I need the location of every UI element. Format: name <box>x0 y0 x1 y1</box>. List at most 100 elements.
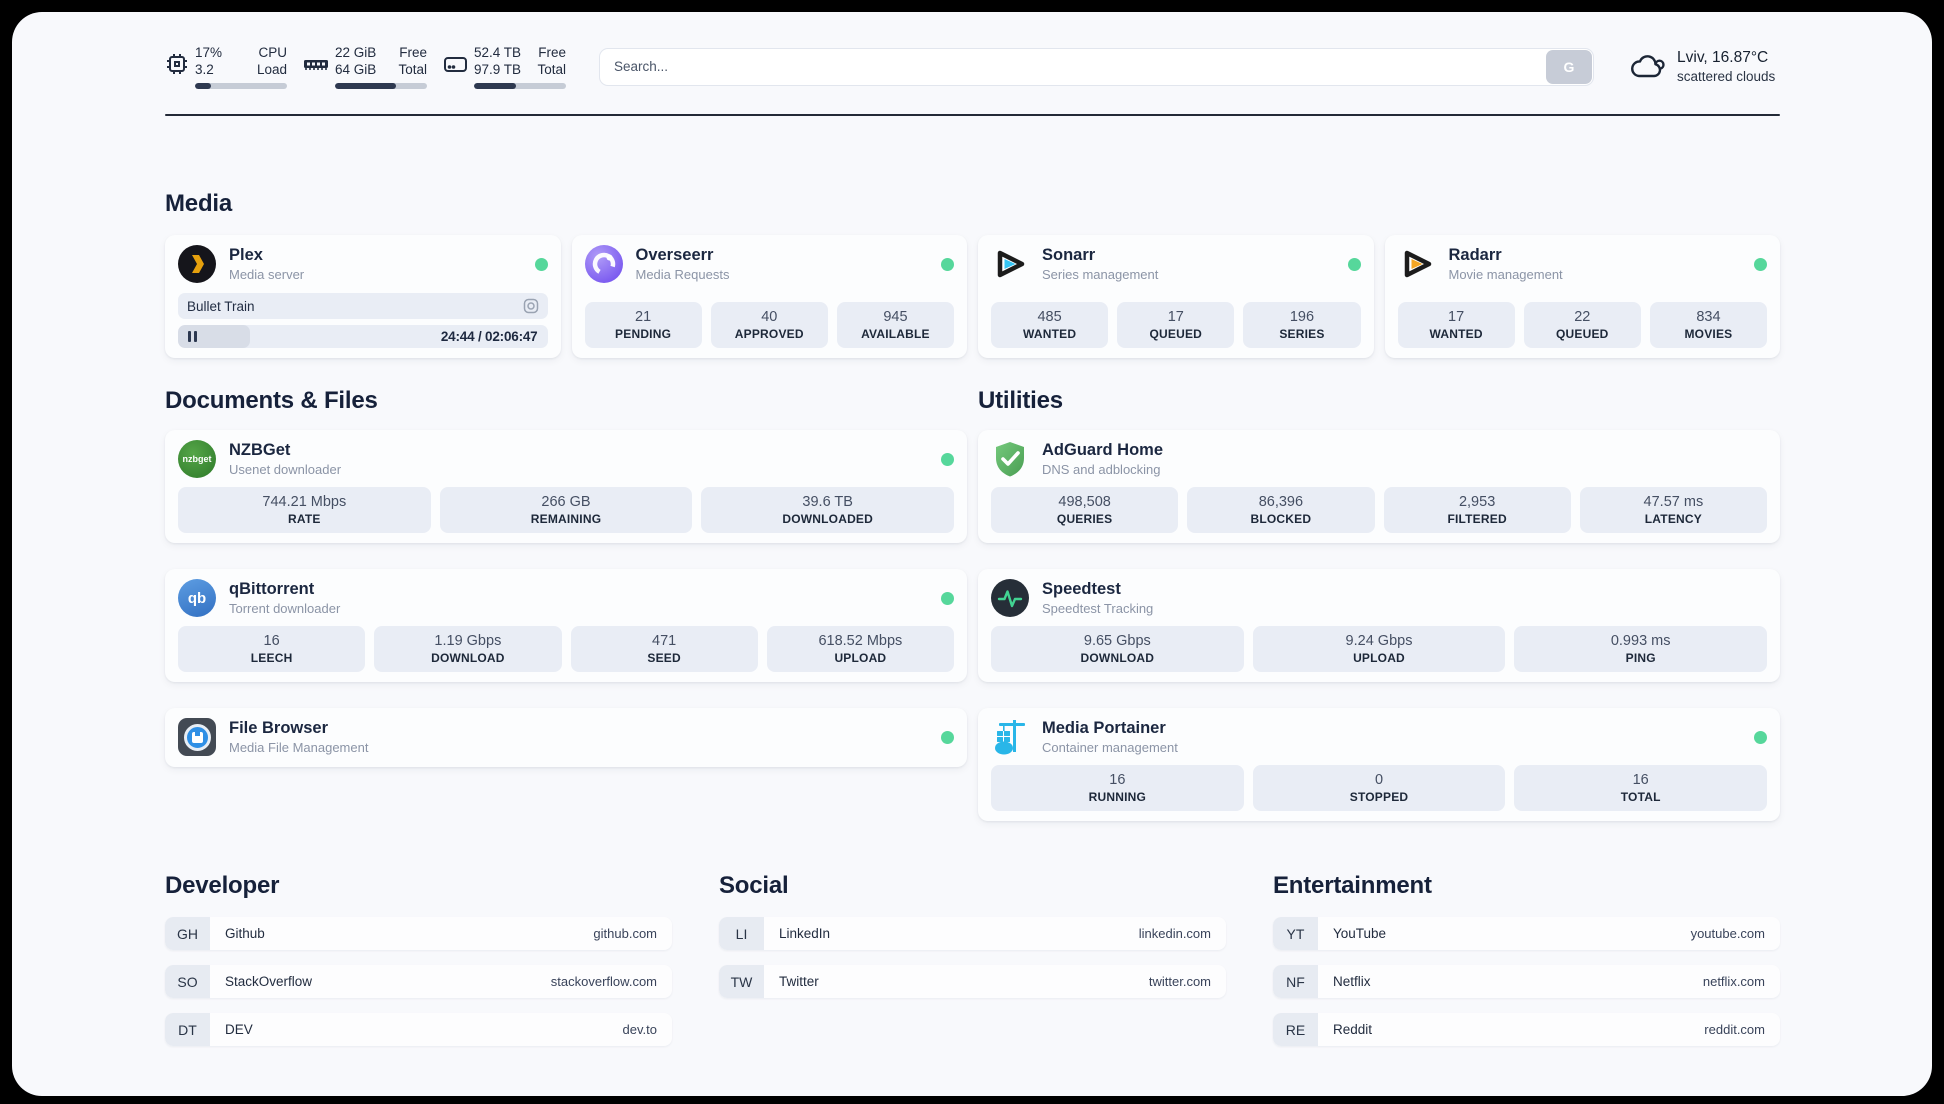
bookmark-abbr-badge: NF <box>1273 965 1318 998</box>
stat-pill: 47.57 ms LATENCY <box>1579 487 1767 533</box>
weather-location-temp: Lviv, 16.87°C <box>1677 48 1769 66</box>
status-online-dot <box>1754 730 1767 744</box>
bookmark-abbr-badge: GH <box>165 917 210 950</box>
radarr-icon <box>1398 245 1436 283</box>
stat-pill: 471 SEED <box>570 626 758 672</box>
bookmark-name: Netflix <box>1333 974 1371 989</box>
bookmark-name: LinkedIn <box>779 926 831 941</box>
app-card-portainer[interactable]: Media Portainer Container management 16 R… <box>978 708 1780 821</box>
bookmark-url: github.com <box>593 926 657 941</box>
bookmark-abbr-badge: RE <box>1273 1013 1318 1046</box>
bookmark-reddit[interactable]: RE Reddit reddit.com <box>1273 1013 1780 1046</box>
app-card-radarr[interactable]: Radarr Movie management 17 WANTED 22 QUEUE… <box>1384 235 1780 358</box>
ram-progress-fill <box>335 83 396 89</box>
cloud-icon <box>1631 54 1665 77</box>
speedtest-icon <box>991 579 1029 617</box>
cpu-progress-bar <box>195 83 287 89</box>
bookmark-abbr-badge: TW <box>719 965 764 998</box>
ram-icon <box>304 60 328 70</box>
bookmark-netflix[interactable]: NF Netflix netflix.com <box>1273 965 1780 998</box>
app-name: File Browser <box>229 719 329 737</box>
bookmark-name: Twitter <box>779 974 819 989</box>
search-input[interactable] <box>599 47 1594 86</box>
cpu-progress-fill <box>195 83 211 89</box>
stat-pill: 485 WANTED <box>991 302 1109 348</box>
status-online-dot <box>941 257 954 271</box>
ram-free-value: 22 GiB <box>335 45 377 60</box>
disk-progress-fill <box>474 83 517 89</box>
stat-pill: 21 PENDING <box>584 302 702 348</box>
app-name: NZBGet <box>229 441 291 459</box>
app-subtitle: Media File Management <box>229 740 369 755</box>
stat-pill: 945 AVAILABLE <box>836 302 955 348</box>
cpu-icon <box>167 54 187 74</box>
sonarr-icon <box>991 245 1029 283</box>
media-grid: Plex Media server Bullet Train 24:44 / 0… <box>165 235 1780 358</box>
bookmark-url: stackoverflow.com <box>550 974 657 989</box>
bookmark-name: Github <box>225 926 265 941</box>
cpu-label: CPU <box>258 45 287 60</box>
app-card-adguard[interactable]: AdGuard Home DNS and adblocking 498,508 Q… <box>978 430 1780 543</box>
bookmark-abbr-badge: SO <box>165 965 210 998</box>
now-playing-title: Bullet Train <box>187 298 255 314</box>
bookmark-url: linkedin.com <box>1138 926 1211 941</box>
status-online-dot <box>941 452 954 466</box>
adguard-icon <box>991 440 1029 478</box>
weather-condition: scattered clouds <box>1677 68 1776 84</box>
bookmark-name: YouTube <box>1333 926 1387 941</box>
ram-total-label: Total <box>398 62 427 77</box>
app-subtitle: Container management <box>1042 740 1178 755</box>
bookmark-stackoverflow[interactable]: SO StackOverflow stackoverflow.com <box>165 965 672 998</box>
cpu-load-value: 3.2 <box>195 62 214 77</box>
app-card-overseerr[interactable]: Overseerr Media Requests 21 PENDING 40 APP… <box>571 235 967 358</box>
stat-pill: 618.52 Mbps UPLOAD <box>766 626 954 672</box>
app-subtitle: DNS and adblocking <box>1042 462 1161 477</box>
bookmark-abbr-badge: DT <box>165 1013 210 1046</box>
section-title-social: Social <box>719 872 789 899</box>
cpu-stat: 17% CPU 3.2 Load <box>165 44 287 89</box>
search-bar: G <box>599 47 1594 86</box>
disk-progress-bar <box>474 83 566 89</box>
bookmark-dev[interactable]: DT DEV dev.to <box>165 1013 672 1046</box>
bookmark-name: StackOverflow <box>225 974 313 989</box>
app-card-qbittorrent[interactable]: qb qBittorrent Torrent downloader 16 LEEC… <box>165 569 967 682</box>
stat-pill: 9.65 Gbps DOWNLOAD <box>991 626 1244 672</box>
section-title-utilities: Utilities <box>978 387 1063 414</box>
app-card-filebrowser[interactable]: File Browser Media File Management <box>165 708 967 767</box>
stat-pill: 39.6 TB DOWNLOADED <box>701 487 955 533</box>
app-card-nzbget[interactable]: nzbget NZBGet Usenet downloader 744.21 M… <box>165 430 967 543</box>
utilities-column: Utilities AdGuard Home DNS and adblockin… <box>978 386 1780 821</box>
stat-pill: 196 SERIES <box>1243 302 1361 348</box>
app-subtitle: Speedtest Tracking <box>1042 601 1154 616</box>
cpu-load-label: Load <box>256 62 287 77</box>
app-card-speedtest[interactable]: Speedtest Speedtest Tracking 9.65 Gbps DO… <box>978 569 1780 682</box>
bookmark-github[interactable]: GH Github github.com <box>165 917 672 950</box>
filebrowser-icon <box>178 718 216 756</box>
stat-pill: 22 QUEUED <box>1523 302 1641 348</box>
search-engine-button[interactable]: G <box>1546 49 1592 84</box>
app-subtitle: Media server <box>229 267 305 282</box>
stat-pill: 0.993 ms PING <box>1514 626 1768 672</box>
section-title-developer: Developer <box>165 872 280 899</box>
bookmark-name: DEV <box>225 1022 253 1037</box>
bookmark-linkedin[interactable]: LI LinkedIn linkedin.com <box>719 917 1226 950</box>
app-subtitle: Series management <box>1042 267 1159 282</box>
plex-icon <box>178 245 216 283</box>
playback-progress-bar: 24:44 / 02:06:47 <box>178 325 548 348</box>
app-name: Speedtest <box>1042 580 1121 598</box>
stat-pill: 834 MOVIES <box>1649 302 1768 348</box>
app-card-sonarr[interactable]: Sonarr Series management 485 WANTED 17 QUE… <box>978 235 1374 358</box>
bookmark-abbr-badge: YT <box>1273 917 1318 950</box>
nzbget-icon: nzbget <box>178 440 216 478</box>
stat-pill: 0 STOPPED <box>1252 765 1506 811</box>
bookmark-url: youtube.com <box>1690 926 1765 941</box>
bookmark-youtube[interactable]: YT YouTube youtube.com <box>1273 917 1780 950</box>
app-card-plex[interactable]: Plex Media server Bullet Train 24:44 / 0… <box>165 235 561 358</box>
status-online-dot <box>1754 257 1767 271</box>
bookmark-twitter[interactable]: TW Twitter twitter.com <box>719 965 1226 998</box>
status-online-dot <box>941 730 954 744</box>
overseerr-icon <box>584 245 623 283</box>
playback-time: 24:44 / 02:06:47 <box>440 329 538 344</box>
ram-progress-bar <box>335 83 427 89</box>
app-name: qBittorrent <box>229 580 315 598</box>
